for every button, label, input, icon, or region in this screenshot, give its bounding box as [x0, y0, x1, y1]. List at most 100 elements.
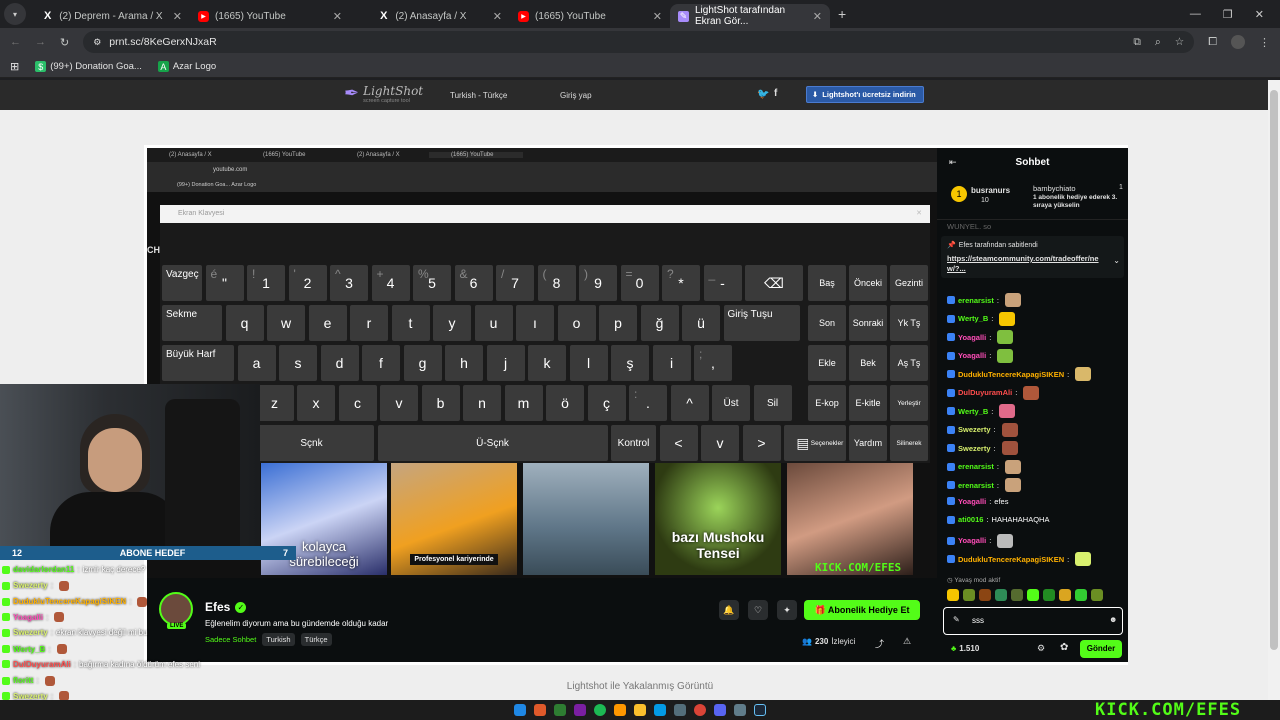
heart-follow-button[interactable]: ♡ — [748, 600, 768, 620]
chat-message[interactable]: Yoagalli: — [947, 348, 1014, 363]
osk-key[interactable]: +4 — [371, 265, 410, 301]
spotify-icon[interactable] — [594, 704, 606, 716]
chat-username[interactable]: Yoagalli — [958, 333, 986, 342]
osk-key[interactable]: z — [255, 385, 294, 421]
osk-key[interactable]: ^ — [670, 385, 709, 421]
captured-screenshot[interactable]: (2) Anasayfa / X (1665) YouTube (2) Anas… — [144, 145, 1128, 665]
osk-nav-key[interactable]: Son — [808, 305, 846, 341]
osk-key[interactable]: ç — [587, 385, 626, 421]
chat-message[interactable]: Yoagalli: efes — [947, 497, 1008, 506]
tag-chip[interactable]: Turkish — [262, 633, 295, 646]
chat-message[interactable]: DudukluTencereKapagiSIKEN: — [947, 367, 1092, 381]
video-thumbnail[interactable]: Profesyonel kariyerinde — [391, 463, 517, 575]
language-select[interactable]: Turkish - Türkçe — [450, 91, 507, 100]
chat-username[interactable]: DulDuyuramAli — [958, 388, 1012, 397]
osk-key[interactable]: f — [362, 345, 400, 381]
install-app-icon[interactable]: ⧉ — [1133, 36, 1141, 49]
chat-username[interactable]: erenarsist — [958, 462, 994, 471]
chat-gear-icon[interactable]: ✿ — [1060, 642, 1068, 653]
chat-message[interactable]: Yoagalli: — [947, 330, 1014, 344]
osk-key[interactable]: Büyük Harf — [162, 345, 234, 381]
bookmark-star-icon[interactable]: ☆ — [1175, 36, 1184, 49]
apps-grid-icon[interactable]: ⊞ — [10, 60, 19, 73]
download-button[interactable]: ⬇ Lightshot'ı ücretsiz indirin — [806, 86, 924, 103]
chat-message[interactable]: DudukluTencereKapagiSIKEN: — [947, 552, 1092, 566]
close-window-icon[interactable]: ✕ — [1255, 8, 1264, 21]
report-icon[interactable]: ⚠ — [903, 636, 911, 647]
browser-tab[interactable]: X (2) Anasayfa / X ✕ — [350, 4, 510, 28]
osk-key[interactable]: ş — [611, 345, 649, 381]
chat-message[interactable]: erenarsist: — [947, 459, 1021, 474]
taskbar-app-icon[interactable] — [654, 704, 666, 716]
close-tab-icon[interactable]: ✕ — [813, 10, 822, 23]
osk-key[interactable]: p — [599, 305, 637, 341]
chat-username[interactable]: Swezerty — [958, 425, 991, 434]
tag-chip[interactable]: Türkçe — [300, 633, 332, 646]
browser-tab[interactable]: ▶ (1665) YouTube ✕ — [510, 4, 670, 28]
chat-username[interactable]: Yoagalli — [958, 351, 986, 360]
osk-key[interactable]: v — [701, 425, 739, 461]
osk-nav-key[interactable]: E-kitle — [849, 385, 887, 421]
close-tab-icon[interactable]: ✕ — [173, 10, 182, 23]
browser-tab-active[interactable]: ✎ LightShot tarafından Ekran Gör... ✕ — [670, 4, 830, 28]
extensions-icon[interactable]: ⧠ — [1208, 36, 1217, 49]
chat-message[interactable]: Swezerty: — [947, 422, 1018, 437]
chat-message[interactable]: erenarsist: — [947, 478, 1021, 492]
osk-key[interactable]: u — [474, 305, 513, 341]
osk-key[interactable]: Sekme — [162, 305, 222, 341]
site-info-icon[interactable]: ⚙ — [93, 37, 101, 48]
close-tab-icon[interactable]: ✕ — [493, 10, 502, 23]
osk-key[interactable]: k — [528, 345, 566, 381]
emoji-icon[interactable]: ☻ — [1109, 615, 1117, 624]
osk-key[interactable]: = 0 — [620, 265, 659, 301]
tab-search-icon[interactable]: ▾ — [4, 3, 26, 25]
facebook-icon[interactable]: f — [774, 88, 777, 99]
osk-key[interactable]: i — [652, 345, 691, 381]
osk-key[interactable]: :. — [629, 385, 667, 421]
video-thumbnail[interactable] — [787, 463, 913, 575]
discord-icon[interactable] — [714, 704, 726, 716]
bookmark-item[interactable]: $ (99+) Donation Goa... — [35, 61, 142, 72]
osk-key[interactable]: Ü-Sçnk — [377, 425, 608, 461]
profile-avatar[interactable] — [1231, 35, 1245, 49]
osk-key[interactable]: c — [338, 385, 377, 421]
minimize-icon[interactable]: — — [1190, 8, 1201, 21]
menu-kebab-icon[interactable]: ⋮ — [1259, 36, 1270, 49]
browser-tab[interactable]: X (2) Deprem - Arama / X ✕ — [30, 4, 190, 28]
chat-message[interactable]: Werty_B: — [947, 404, 1016, 418]
osk-key[interactable]: Sçnk — [249, 425, 374, 461]
osk-nav-key[interactable]: Bek — [849, 345, 887, 381]
bookmark-item[interactable]: A Azar Logo — [157, 61, 216, 72]
osk-key[interactable]: ⌫ — [745, 265, 803, 301]
osk-key[interactable]: t — [391, 305, 430, 341]
login-link[interactable]: Giriş yap — [560, 91, 592, 100]
streamer-name[interactable]: Efes — [205, 600, 230, 614]
osk-nav-key[interactable]: Önceki — [849, 265, 887, 301]
osk-key[interactable]: v — [380, 385, 418, 421]
osk-key[interactable]: w — [267, 305, 305, 341]
stream-category-link[interactable]: Sadece Sohbet — [205, 635, 256, 644]
taskbar-app-icon[interactable] — [734, 704, 746, 716]
back-icon[interactable]: ← — [10, 36, 21, 48]
chat-username[interactable]: Werty_B — [958, 314, 988, 323]
chat-username[interactable]: Yoagalli — [958, 536, 986, 545]
osk-key[interactable]: b — [421, 385, 460, 421]
osk-key[interactable]: ' 2 — [288, 265, 327, 301]
osk-key[interactable]: Vazgeç — [162, 265, 202, 301]
osk-key[interactable]: (8 — [537, 265, 576, 301]
pinned-link[interactable]: https://steamcommunity.com/tradeoffer/ne… — [947, 254, 1117, 274]
video-thumbnail[interactable]: bazı Mushoku Tensei — [655, 463, 781, 575]
osk-nav-key[interactable]: Sonraki — [849, 305, 887, 341]
taskbar-app-icon[interactable] — [614, 704, 626, 716]
chat-message[interactable]: ati0016: HAHAHAHAQHA — [947, 515, 1049, 524]
osk-key[interactable]: y — [433, 305, 471, 341]
osk-key[interactable]: é " — [205, 265, 244, 301]
osk-key[interactable]: n — [463, 385, 501, 421]
video-thumbnail[interactable] — [523, 463, 649, 575]
steam-icon[interactable] — [754, 704, 766, 716]
close-tab-icon[interactable]: ✕ — [653, 10, 662, 23]
osk-key[interactable]: Giriş Tuşu — [723, 305, 800, 341]
osk-nav-key[interactable]: Yardım — [849, 425, 887, 461]
osk-key[interactable]: h — [445, 345, 483, 381]
windows-start-icon[interactable] — [514, 704, 526, 716]
